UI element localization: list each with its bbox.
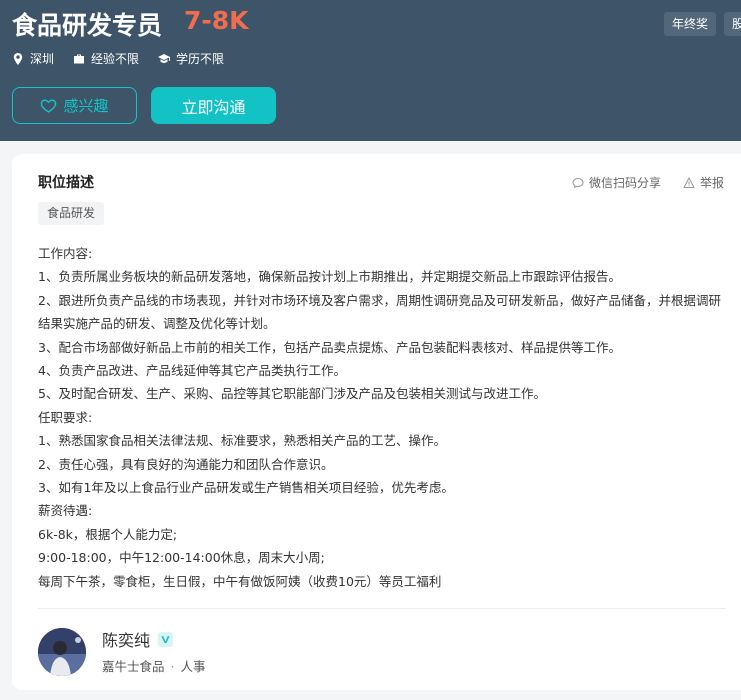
- description-line: 2、责任心强，具有良好的沟通能力和团队合作意识。: [38, 456, 334, 472]
- report-link[interactable]: 举报: [683, 174, 724, 191]
- description-line: 3、如有1年及以上食品行业产品研发或生产销售相关项目经验，优先考虑。: [38, 480, 454, 496]
- chat-now-button[interactable]: 立即沟通: [151, 87, 276, 124]
- job-meta: 深圳 经验不限 学历不限: [12, 50, 224, 67]
- meta-experience: 经验不限: [73, 50, 139, 67]
- recruiter-name: 陈奕纯: [102, 631, 151, 650]
- education-text: 学历不限: [176, 52, 225, 66]
- divider: [38, 608, 726, 609]
- description-line: 4、负责产品改进、产品线延伸等其它产品类执行工作。: [38, 363, 346, 379]
- recruiter-name-row: 陈奕纯: [102, 627, 174, 651]
- description-line: 薪资待遇:: [38, 503, 93, 519]
- job-title: 食品研发专员: [12, 11, 163, 40]
- experience-text: 经验不限: [91, 52, 140, 66]
- heart-icon: [41, 99, 57, 113]
- briefcase-icon: [74, 54, 85, 63]
- job-description-card: 职位描述 微信扫码分享 举报 食品研发 工作内容: 1、负责所属业务板块的新品研…: [12, 154, 741, 690]
- report-label: 举报: [700, 176, 725, 190]
- separator-dot: ·: [170, 659, 175, 674]
- recruiter-company: 嘉牛士食品: [102, 659, 165, 674]
- graduation-cap-icon: [158, 53, 171, 63]
- description-line: 任职要求:: [38, 409, 93, 425]
- share-label: 微信扫码分享: [589, 176, 662, 190]
- meta-location: 深圳: [12, 50, 54, 67]
- meta-education: 学历不限: [158, 50, 224, 67]
- description-line: 3、配合市场部做好新品上市前的相关工作，包括产品卖点提炼、产品包装配料表核对、样…: [38, 339, 621, 355]
- avatar-image: [38, 628, 86, 676]
- description-line: 9:00-18:00，中午12:00-14:00休息，周末大小周;: [38, 550, 325, 566]
- description-line: 工作内容:: [38, 246, 93, 261]
- description-line: 5、及时配合研发、生产、采购、品控等其它职能部门涉及产品及包装相关测试与改进工作…: [38, 386, 546, 402]
- skill-tag: 食品研发: [38, 202, 105, 225]
- recruiter-company-role: 嘉牛士食品 · 人事: [102, 656, 206, 675]
- interest-button[interactable]: 感兴趣: [12, 87, 137, 124]
- description-line: 1、熟悉国家食品相关法律法规、标准要求，熟悉相关产品的工艺、操作。: [38, 433, 446, 449]
- description-line: 6k-8k，根据个人能力定;: [38, 526, 178, 542]
- verified-badge-icon: [158, 631, 174, 647]
- wechat-share-link[interactable]: 微信扫码分享: [572, 174, 661, 191]
- location-pin-icon: [13, 52, 23, 65]
- salary: 7-8K: [184, 6, 249, 35]
- warning-icon: [683, 176, 695, 188]
- location-text: 深圳: [30, 52, 55, 66]
- interest-button-label: 感兴趣: [63, 97, 109, 115]
- benefit-tag: 年终奖: [664, 12, 717, 36]
- recruiter-role: 人事: [180, 659, 206, 674]
- benefit-tags: 年终奖 股票: [664, 12, 741, 36]
- section-title: 职位描述: [38, 175, 94, 191]
- job-description: 工作内容: 1、负责所属业务板块的新品研发落地，确保新品按计划上市期推出，并定期…: [38, 242, 728, 593]
- job-header: 食品研发专员 7-8K 年终奖 股票 深圳 经验不限 学历不限 感兴趣 立即沟通: [0, 0, 741, 141]
- recruiter-avatar[interactable]: [38, 628, 86, 676]
- description-line: 2、跟进所负责产品线的市场表现，并针对市场环境及客户需求，周期性调研竞品及可研发…: [38, 292, 721, 308]
- benefit-tag: 股票: [724, 12, 741, 36]
- description-line: 1、负责所属业务板块的新品研发落地，确保新品按计划上市期推出，并定期提交新品上市…: [38, 269, 621, 285]
- chat-bubble-icon: [572, 177, 584, 188]
- description-line: 每周下午茶，零食柜，生日假，中午有做饭阿姨（收费10元）等员工福利: [38, 573, 442, 589]
- description-line: 结果实施产品的研发、调整及优化等计划。: [38, 316, 276, 332]
